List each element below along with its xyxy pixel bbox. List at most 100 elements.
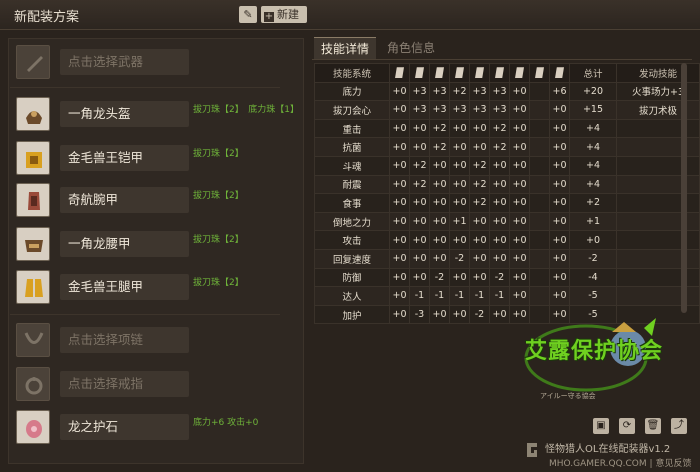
- skill-value: +0: [389, 193, 410, 213]
- necklace-icon: [515, 67, 524, 79]
- skill-value: +0: [489, 304, 510, 325]
- tab-skill-details[interactable]: 技能详情: [314, 37, 376, 60]
- equip-slot-skills-4: 拔刀珠【2】: [193, 235, 244, 245]
- skill-value: +0: [389, 211, 410, 232]
- ring-icon: [535, 67, 544, 79]
- equip-slot-name-1[interactable]: 一角龙头盔: [60, 101, 189, 127]
- weapon-slot-icon: [27, 56, 43, 72]
- equip-slot-name-3[interactable]: 奇航腕甲: [60, 187, 189, 213]
- equip-slot-name-4[interactable]: 一角龙腰甲: [60, 231, 189, 257]
- skill-value-empty: [529, 286, 550, 306]
- equip-slot-name-2[interactable]: 金毛兽王铠甲: [60, 145, 189, 171]
- plan-title[interactable]: 新配装方案: [14, 6, 79, 25]
- plus-icon: +: [264, 11, 274, 22]
- equip-slot-icon-1[interactable]: [16, 97, 50, 131]
- header-leg-icon: [489, 63, 510, 83]
- skill-value: +0: [469, 267, 490, 288]
- skill-value: +6: [549, 81, 570, 102]
- skill-name: 加护: [314, 304, 390, 325]
- skill-name: 回复速度: [314, 248, 390, 269]
- equip-slot-name-0[interactable]: 点击选择武器: [60, 49, 189, 75]
- skill-value: +0: [409, 230, 430, 250]
- skill-name: 食事: [314, 193, 390, 213]
- table-body: 底力 +0 +3 +3 +2 +3 +3 +0 +6 +20 火事场力+3 拔刀会心 +0 +3 +3 +3 +…: [314, 81, 700, 325]
- equip-slot-icon-0[interactable]: [16, 45, 50, 79]
- header-weapon-icon: [389, 63, 410, 83]
- skill-value: +2: [429, 137, 450, 157]
- equip-slot-icon-4[interactable]: [16, 227, 50, 261]
- skill-value: +0: [549, 211, 570, 232]
- leg-armor-icon: [25, 279, 43, 297]
- skill-total: +4: [569, 174, 617, 195]
- new-plan-button[interactable]: + 新建: [261, 6, 307, 23]
- skill-value: +0: [449, 155, 470, 176]
- equip-slot-icon-2[interactable]: [16, 141, 50, 175]
- edit-button[interactable]: ✎: [239, 6, 257, 23]
- equip-slot-name-5[interactable]: 金毛兽王腿甲: [60, 274, 189, 300]
- save-button[interactable]: ▣: [593, 418, 609, 434]
- logo-subtitle: アイルー守る協会: [540, 392, 596, 400]
- skill-value: +0: [389, 304, 410, 325]
- talisman-icon: [555, 67, 564, 79]
- equip-slot-name-8[interactable]: 龙之护石: [60, 414, 189, 440]
- footer-links: MHO.GAMER.QQ.COM | 意见反馈: [549, 456, 691, 469]
- new-plan-label: 新建: [277, 8, 299, 21]
- skill-value: +1: [449, 211, 470, 232]
- header-skill-system: 技能系统: [314, 63, 390, 83]
- skill-value: -1: [489, 286, 510, 306]
- skill-total: +1: [569, 211, 617, 232]
- table-row: 底力 +0 +3 +3 +2 +3 +3 +0 +6 +20 火事场力+3: [314, 81, 700, 102]
- feedback-link[interactable]: 意见反馈: [655, 459, 691, 469]
- equip-slot-icon-7[interactable]: [16, 367, 50, 401]
- skill-name: 抗菌: [314, 137, 390, 157]
- waist-armor-icon: [25, 240, 43, 252]
- skill-value: +0: [389, 137, 410, 157]
- header-arm-icon: [449, 63, 470, 83]
- equip-slot-name-7[interactable]: 点击选择戒指: [60, 371, 189, 397]
- delete-button[interactable]: 🗑: [645, 418, 661, 434]
- equip-slot-icon-5[interactable]: [16, 270, 50, 304]
- skill-total: -4: [569, 267, 617, 288]
- pencil-icon: ✎: [243, 8, 253, 21]
- skill-value: +0: [409, 137, 430, 157]
- skill-name: 防御: [314, 267, 390, 288]
- skill-value: +0: [549, 267, 570, 288]
- gamer-logo-icon: [527, 443, 537, 457]
- skill-value: +0: [469, 230, 490, 250]
- skill-value-empty: [529, 155, 550, 176]
- table-row: 耐震 +0 +2 +0 +0 +2 +0 +0 +0 +4: [314, 174, 700, 195]
- skill-value-empty: [529, 118, 550, 139]
- equip-slot-icon-3[interactable]: [16, 183, 50, 217]
- equip-slot-icon-8[interactable]: [16, 410, 50, 444]
- chest-icon: [435, 67, 444, 79]
- skill-value: +0: [549, 230, 570, 250]
- skill-total: +4: [569, 155, 617, 176]
- skill-value: +0: [509, 155, 530, 176]
- skill-value-empty: [529, 248, 550, 269]
- equip-slot-icon-6[interactable]: [16, 323, 50, 357]
- skill-value: +0: [489, 174, 510, 195]
- skill-value: +0: [389, 230, 410, 250]
- site-link[interactable]: MHO.GAMER.QQ.COM: [549, 459, 647, 469]
- skill-value-empty: [529, 211, 550, 232]
- skill-value: -1: [449, 286, 470, 306]
- table-scrollbar[interactable]: [681, 63, 687, 313]
- skill-value: +0: [489, 211, 510, 232]
- skill-value: +0: [509, 267, 530, 288]
- active-skill: [616, 248, 700, 269]
- table-row: 回复速度 +0 +0 +0 -2 +0 +0 +0 +0 -2: [314, 248, 700, 269]
- active-skill: [616, 286, 700, 306]
- helmet-icon: [26, 111, 42, 124]
- skill-value: -1: [429, 286, 450, 306]
- skill-value: -3: [409, 304, 430, 325]
- skill-value: -2: [469, 304, 490, 325]
- skill-value: +0: [549, 155, 570, 176]
- skill-total: +15: [569, 100, 617, 120]
- skill-value: +0: [509, 118, 530, 139]
- skill-total: -5: [569, 286, 617, 306]
- equip-slot-name-6[interactable]: 点击选择项链: [60, 327, 189, 353]
- tab-character-info[interactable]: 角色信息: [380, 37, 442, 59]
- header-ring-icon: [529, 63, 550, 83]
- refresh-button[interactable]: ⟳: [619, 418, 635, 434]
- share-button[interactable]: ⤴: [671, 418, 687, 434]
